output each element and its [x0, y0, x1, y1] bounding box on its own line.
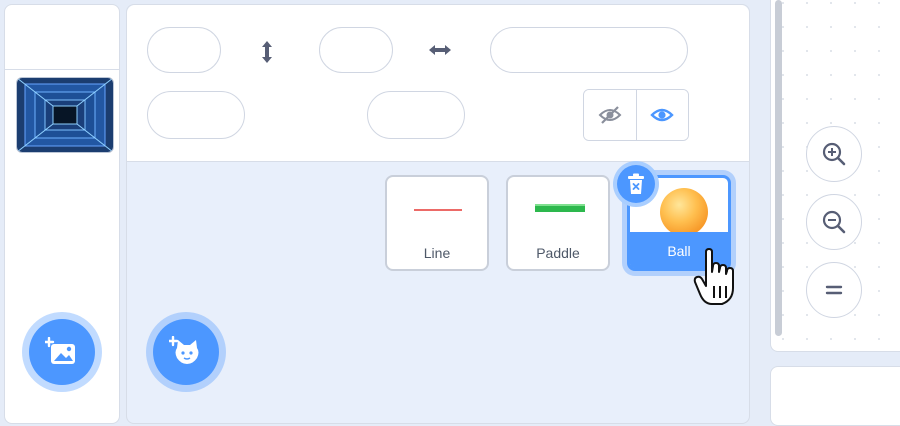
eye-slash-icon	[598, 106, 622, 124]
sprite-name-label: Line	[423, 245, 451, 261]
tunnel-backdrop-image	[17, 78, 113, 152]
choose-sprite-button[interactable]	[146, 312, 226, 392]
ball-costume	[660, 188, 708, 236]
lower-right-panel	[770, 366, 900, 426]
zoom-in-icon	[822, 142, 846, 166]
sprite-name-input[interactable]	[490, 27, 688, 73]
zoom-out-button[interactable]	[806, 194, 862, 250]
sprite-tile-paddle[interactable]: Paddle	[506, 175, 610, 271]
stage-header-divider	[5, 69, 119, 70]
choose-backdrop-button[interactable]	[22, 312, 102, 392]
add-image-icon	[45, 337, 75, 364]
equals-icon	[825, 285, 843, 295]
y-position-input[interactable]	[319, 27, 393, 73]
eye-icon	[650, 108, 674, 122]
trash-icon	[628, 173, 644, 194]
sprite-name-label: Paddle	[536, 245, 580, 261]
size-input[interactable]	[147, 91, 245, 139]
backdrop-thumbnail[interactable]	[16, 77, 114, 153]
visibility-toggle	[583, 89, 689, 141]
zoom-out-icon	[822, 210, 846, 234]
x-position-input[interactable]	[147, 27, 221, 73]
vertical-arrows-icon	[262, 41, 272, 63]
sprite-info-panel	[127, 5, 749, 162]
show-sprite-button[interactable]	[635, 90, 688, 140]
zoom-in-button[interactable]	[806, 126, 862, 182]
hide-sprite-button[interactable]	[584, 90, 636, 140]
direction-input[interactable]	[367, 91, 465, 139]
vertical-scrollbar[interactable]	[775, 0, 782, 336]
horizontal-arrows-icon	[429, 45, 451, 55]
paddle-costume	[535, 204, 585, 212]
delete-sprite-button[interactable]	[613, 161, 659, 207]
zoom-reset-button[interactable]	[806, 262, 862, 318]
line-costume	[414, 209, 462, 211]
pointer-hand-cursor-icon	[693, 248, 734, 305]
sprite-tile-line[interactable]: Line	[385, 175, 489, 271]
add-sprite-cat-icon	[169, 336, 199, 364]
